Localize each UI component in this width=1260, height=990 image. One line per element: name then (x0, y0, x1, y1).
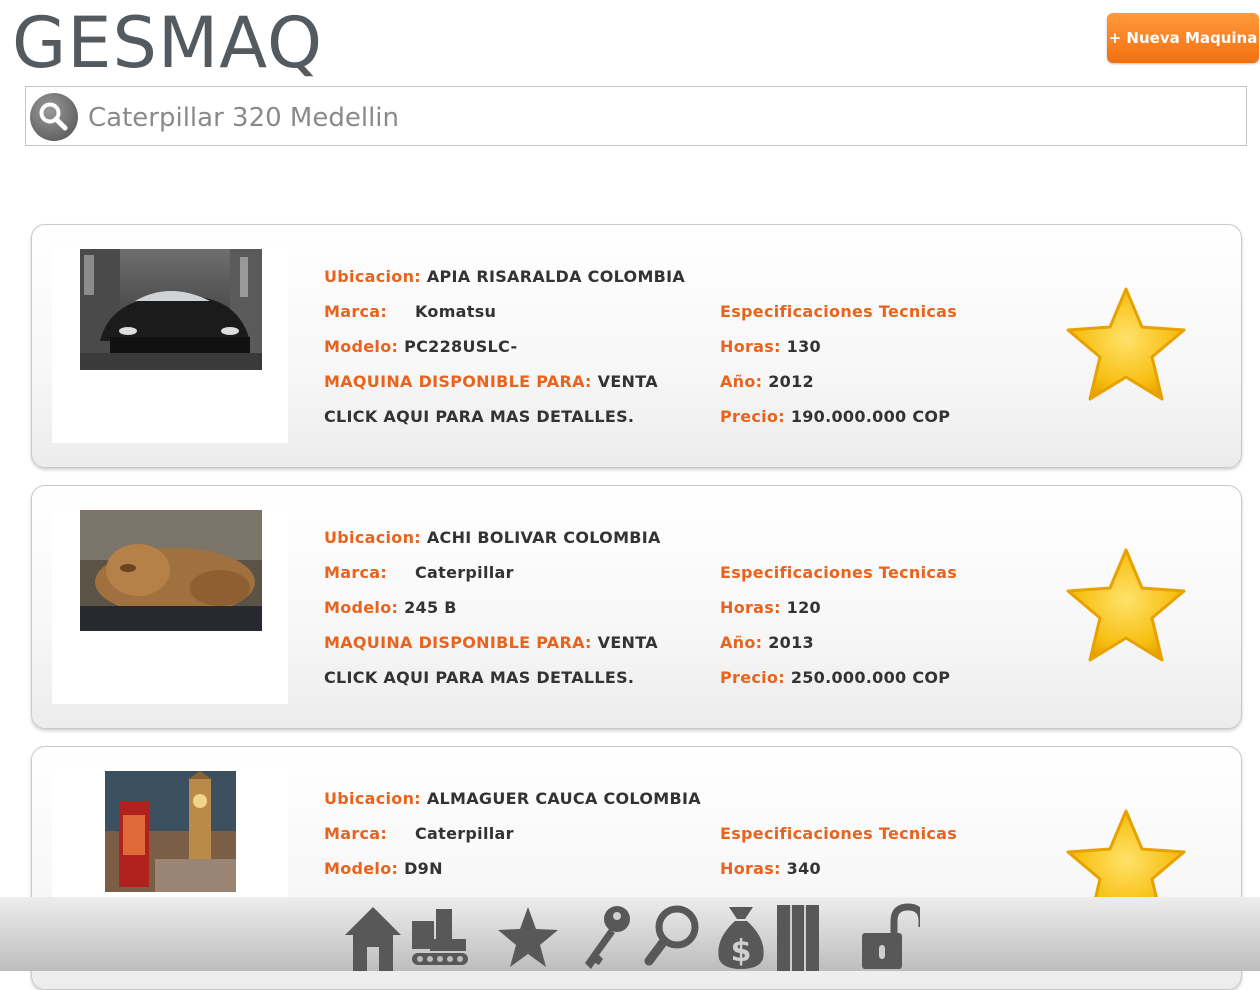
model-value: D9N (404, 859, 443, 878)
model-label: Modelo: (324, 337, 399, 356)
machinery-icon[interactable] (410, 903, 470, 971)
details-link[interactable]: CLICK AQUI PARA MAS DETALLES. (324, 668, 634, 687)
price-value: 250.000.000 COP (790, 668, 951, 687)
london-big-ben-photo[interactable] (105, 771, 236, 892)
hours-value: 120 (786, 598, 821, 617)
price-label: Precio: (720, 407, 785, 426)
brand-value: Komatsu (415, 302, 497, 321)
location-value: ALMAGUER CAUCA COLOMBIA (426, 789, 701, 808)
bottom-nav-bar: $ (0, 897, 1260, 971)
brand-label: Marca: (324, 563, 388, 582)
hours-label: Horas: (720, 859, 781, 878)
search-input[interactable] (86, 95, 1190, 141)
listing-card[interactable]: Ubicacion: ACHI BOLIVAR COLOMBIA Marca: … (31, 485, 1242, 729)
key-icon[interactable] (577, 903, 637, 971)
location-value: ACHI BOLIVAR COLOMBIA (426, 528, 661, 547)
search-icon[interactable] (29, 92, 79, 142)
hours-label: Horas: (720, 337, 781, 356)
search-bar (25, 86, 1247, 146)
model-value: 245 B (404, 598, 457, 617)
unlock-icon[interactable] (860, 903, 920, 971)
listing-card[interactable]: Ubicacion: APIA RISARALDA COLOMBIA Marca… (31, 224, 1242, 468)
model-value: PC228USLC- (404, 337, 518, 356)
year-value: 2013 (768, 633, 814, 652)
new-machine-button[interactable]: + Nueva Maquina (1107, 13, 1259, 63)
columns-icon[interactable] (775, 903, 835, 971)
thumbnail-frame (52, 245, 288, 443)
sports-car-photo[interactable] (80, 249, 262, 370)
app-logo: GESMAQ (12, 2, 324, 84)
home-icon[interactable] (343, 903, 403, 971)
availability-label: MAQUINA DISPONIBLE PARA: (324, 372, 592, 391)
money-bag-icon[interactable]: $ (711, 903, 771, 971)
year-label: Año: (720, 633, 763, 652)
lion-cub-photo[interactable] (80, 510, 262, 631)
specs-heading: Especificaciones Tecnicas (720, 824, 958, 843)
specs-heading: Especificaciones Tecnicas (720, 302, 958, 321)
model-label: Modelo: (324, 859, 399, 878)
availability-value: VENTA (597, 372, 658, 391)
svg-text:$: $ (731, 934, 752, 969)
location-value: APIA RISARALDA COLOMBIA (426, 267, 686, 286)
hours-label: Horas: (720, 598, 781, 617)
brand-label: Marca: (324, 824, 388, 843)
year-label: Año: (720, 372, 763, 391)
availability-label: MAQUINA DISPONIBLE PARA: (324, 633, 592, 652)
location-label: Ubicacion: (324, 789, 421, 808)
location-label: Ubicacion: (324, 528, 421, 547)
model-label: Modelo: (324, 598, 399, 617)
brand-value: Caterpillar (415, 563, 514, 582)
search-icon[interactable] (643, 903, 703, 971)
brand-label: Marca: (324, 302, 388, 321)
price-label: Precio: (720, 668, 785, 687)
favorite-star-icon[interactable] (1064, 287, 1188, 403)
availability-value: VENTA (597, 633, 658, 652)
brand-value: Caterpillar (415, 824, 514, 843)
thumbnail-frame (52, 506, 288, 704)
star-icon[interactable] (498, 903, 558, 971)
hours-value: 130 (786, 337, 821, 356)
details-link[interactable]: CLICK AQUI PARA MAS DETALLES. (324, 407, 634, 426)
hours-value: 340 (786, 859, 821, 878)
specs-heading: Especificaciones Tecnicas (720, 563, 958, 582)
price-value: 190.000.000 COP (790, 407, 951, 426)
year-value: 2012 (768, 372, 814, 391)
location-label: Ubicacion: (324, 267, 421, 286)
favorite-star-icon[interactable] (1064, 548, 1188, 664)
